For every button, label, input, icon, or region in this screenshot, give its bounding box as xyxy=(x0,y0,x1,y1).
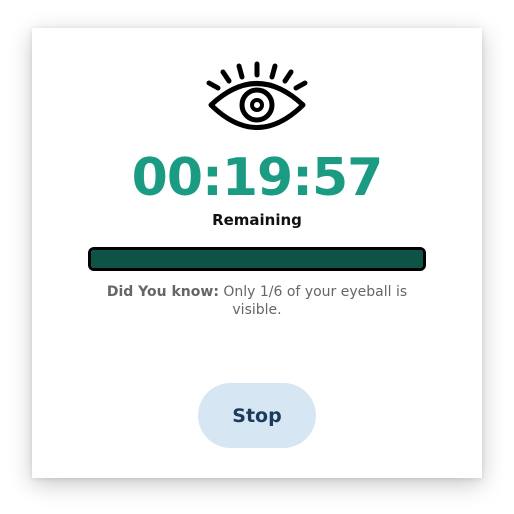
remaining-label: Remaining xyxy=(212,211,302,229)
progress-bar xyxy=(88,247,426,271)
fun-fact-text: Only 1/6 of your eyeball is visible. xyxy=(218,284,408,318)
progress-fill xyxy=(91,250,423,268)
timer-card: 00:19:57 Remaining Did You know: Only 1/… xyxy=(32,28,482,478)
fun-fact: Did You know: Only 1/6 of your eyeball i… xyxy=(92,283,422,319)
eye-icon xyxy=(202,58,312,138)
fun-fact-lead: Did You know: xyxy=(106,284,219,300)
countdown-timer: 00:19:57 xyxy=(131,148,384,208)
stop-button[interactable]: Stop xyxy=(198,383,316,448)
